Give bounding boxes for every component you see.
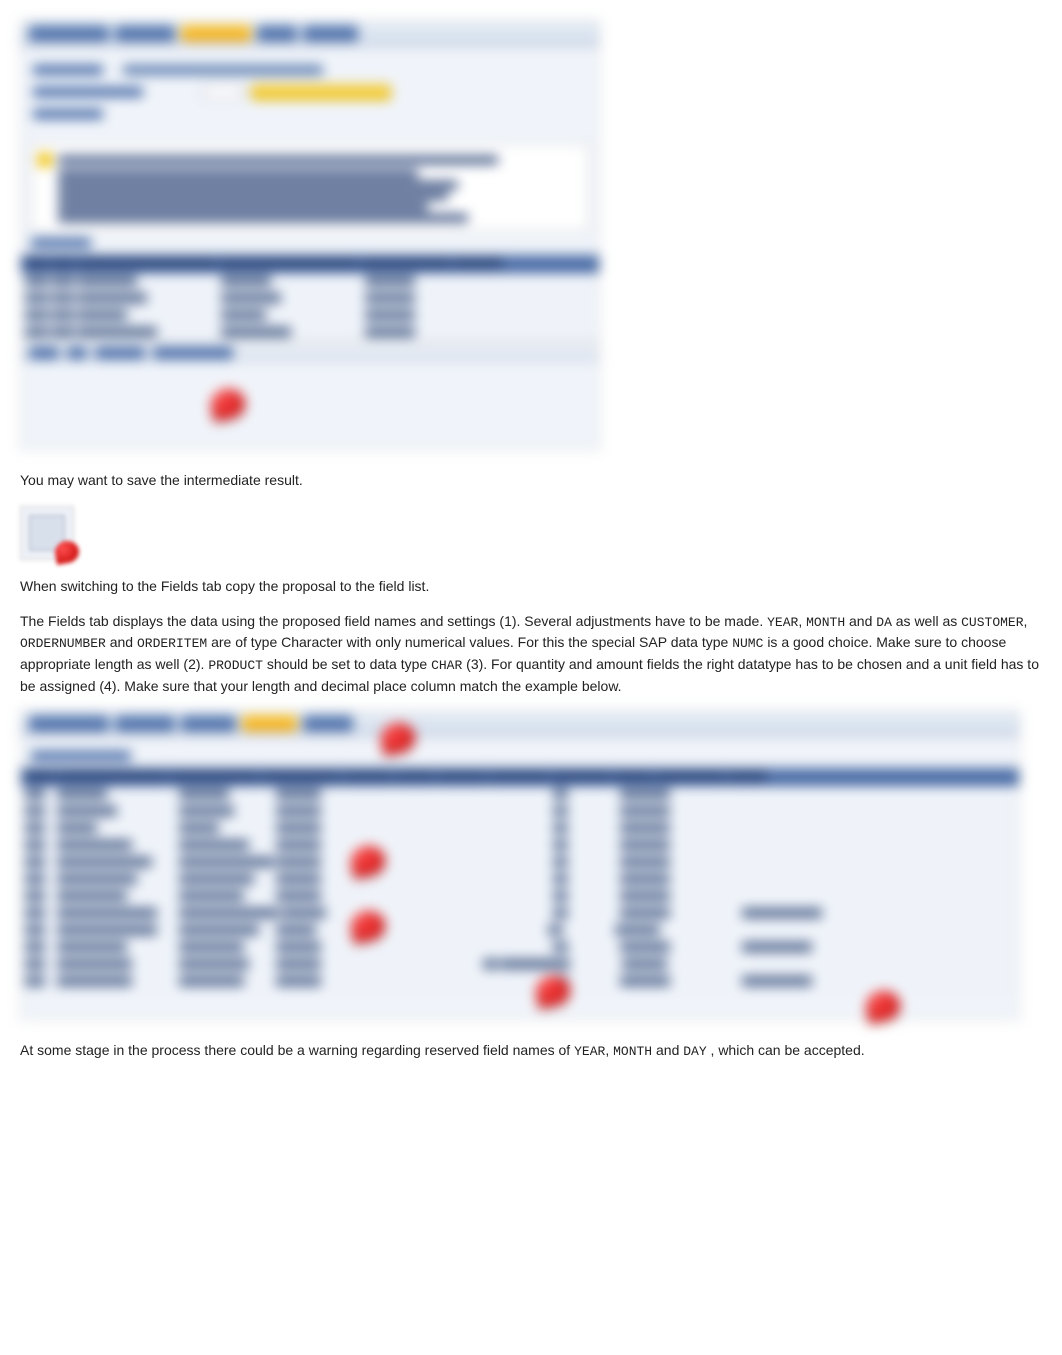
paragraph-switch-fields: When switching to the Fields tab copy th… [20, 576, 1042, 596]
proposal-messages [31, 143, 589, 232]
tab[interactable] [303, 715, 353, 731]
fields-grid [21, 767, 1019, 990]
text: are of type Character with only numerica… [211, 634, 732, 650]
tab-active[interactable] [242, 715, 297, 731]
tab[interactable] [29, 25, 109, 41]
code-year: YEAR [767, 615, 798, 630]
text: , [798, 613, 806, 629]
code-orderitem: ORDERITEM [137, 636, 207, 651]
screenshot-datasource-proposal [20, 20, 600, 450]
code-char: CHAR [431, 658, 462, 673]
code-month: MONTH [613, 1044, 652, 1059]
text: and [110, 634, 137, 650]
screenshot-fields-tab [20, 710, 1020, 1020]
tab[interactable] [181, 715, 236, 731]
paragraph-warning-reserved: At some stage in the process there could… [20, 1040, 1042, 1062]
text: , [1024, 613, 1028, 629]
text: and [656, 1042, 683, 1058]
tab[interactable] [303, 25, 358, 41]
tab[interactable] [29, 715, 109, 731]
fields-tab-icon-thumbnail [20, 506, 74, 560]
text: The Fields tab displays the data using t… [20, 613, 767, 629]
text: and [849, 613, 876, 629]
paragraph-fields-explanation: The Fields tab displays the data using t… [20, 611, 1042, 697]
text: , [605, 1042, 613, 1058]
code-customer: CUSTOMER [961, 615, 1023, 630]
tab-strip [21, 711, 1019, 737]
tab-strip [21, 21, 599, 47]
code-product: PRODUCT [208, 658, 263, 673]
code-numc: NUMC [732, 636, 763, 651]
callout-4b [864, 989, 903, 1024]
code-ordernumber: ORDERNUMBER [20, 636, 106, 651]
tab[interactable] [257, 25, 297, 41]
code-day: DAY [683, 1044, 706, 1059]
tab[interactable] [115, 25, 175, 41]
text: At some stage in the process there could… [20, 1042, 574, 1058]
tab-active[interactable] [181, 25, 251, 41]
code-month: MONTH [806, 615, 845, 630]
text: as well as [896, 613, 961, 629]
text: should be set to data type [267, 656, 431, 672]
warning-icon [38, 153, 52, 167]
load-example-button[interactable] [251, 84, 391, 100]
paragraph-save-intermediate: You may want to save the intermediate re… [20, 470, 1042, 490]
tab[interactable] [115, 715, 175, 731]
code-year: YEAR [574, 1044, 605, 1059]
proposal-grid [21, 254, 599, 341]
text: , which can be accepted. [711, 1042, 865, 1058]
callout-marker [209, 386, 248, 421]
code-day-truncated: DA [876, 615, 892, 630]
